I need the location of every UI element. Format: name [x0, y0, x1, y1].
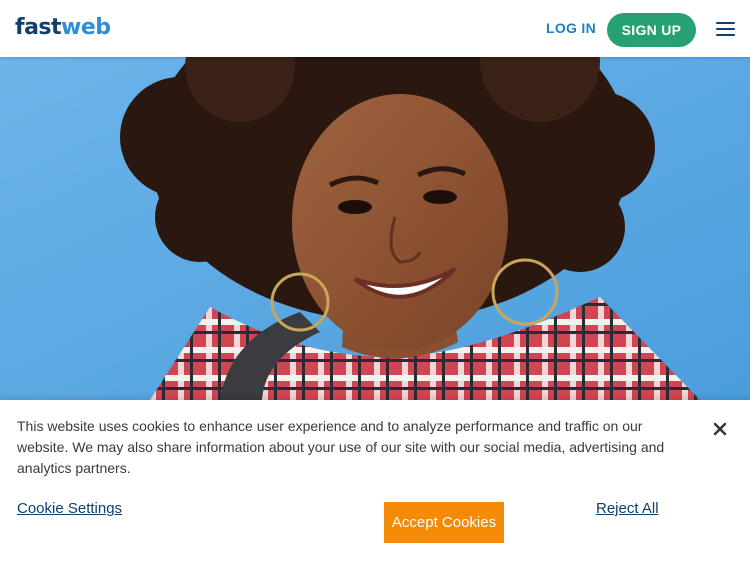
logo-fast: fast — [15, 15, 62, 40]
login-link[interactable]: LOG IN — [546, 20, 596, 36]
cookie-banner: This website uses cookies to enhance use… — [0, 400, 750, 563]
signup-button[interactable]: SIGN UP — [607, 13, 696, 47]
reject-all-link[interactable]: Reject All — [596, 500, 659, 517]
hamburger-menu-icon[interactable] — [716, 22, 735, 37]
accept-cookies-button[interactable]: Accept Cookies — [384, 502, 504, 543]
logo-web: web — [61, 15, 111, 40]
cookie-settings-link[interactable]: Cookie Settings — [17, 500, 122, 517]
student-photo-illustration — [0, 57, 750, 400]
close-icon[interactable] — [711, 420, 729, 438]
fastweb-logo[interactable]: fastweb — [15, 13, 111, 43]
hero-image — [0, 57, 750, 400]
site-header: fastweb LOG IN SIGN UP — [0, 0, 750, 57]
cookie-message: This website uses cookies to enhance use… — [17, 418, 665, 476]
